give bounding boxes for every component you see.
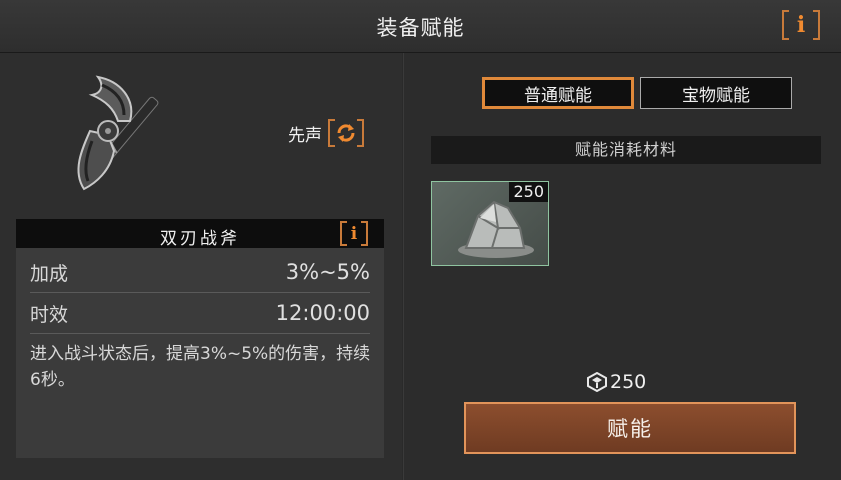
cost-amount: 250 [610,371,647,393]
stat-row-duration: 时效 12:00:00 [30,293,370,334]
info-icon: i [350,223,358,244]
sound-label: 先声 [288,125,322,146]
enchant-button[interactable]: 赋能 [464,402,796,454]
page-title: 装备赋能 [376,16,465,40]
refresh-icon [337,124,355,142]
tab-normal-enchant[interactable]: 普通赋能 [482,77,634,109]
item-description: 进入战斗状态后，提高3%~5%的伤害，持续6秒。 [30,344,371,390]
item-name: 双刃战斧 [160,229,240,249]
item-info-header: 双刃战斧 i [16,219,384,249]
refresh-sound-button[interactable] [328,119,364,147]
battle-axe-image [77,75,159,191]
item-panel: 先声 双刃战斧 i 加成 3%~5% 时效 12:00:00 进入战斗状态后，提… [0,53,402,480]
info-icon: i [796,12,806,38]
stat-label: 加成 [30,262,69,285]
sound-setting: 先声 [288,119,364,147]
materials-header: 赋能消耗材料 [431,136,821,164]
enchant-panel: 普通赋能 宝物赋能 赋能消耗材料 250 250 赋能 [403,53,841,480]
cost-display: 250 [587,371,646,393]
material-count: 250 [509,182,548,202]
stat-value: 12:00:00 [275,301,370,325]
stat-row-bonus: 加成 3%~5% [30,252,370,293]
material-slot[interactable]: 250 [431,181,549,266]
stat-value: 3%~5% [285,260,370,284]
coin-icon [587,372,607,392]
item-info-button[interactable]: i [340,221,368,246]
ore-icon [458,200,534,258]
stat-label: 时效 [30,303,69,326]
tab-treasure-enchant[interactable]: 宝物赋能 [640,77,792,109]
title-bar: 装备赋能 i [0,0,841,53]
item-info-card: 双刃战斧 i 加成 3%~5% 时效 12:00:00 进入战斗状态后，提高3%… [16,219,384,458]
info-button[interactable]: i [782,10,820,40]
